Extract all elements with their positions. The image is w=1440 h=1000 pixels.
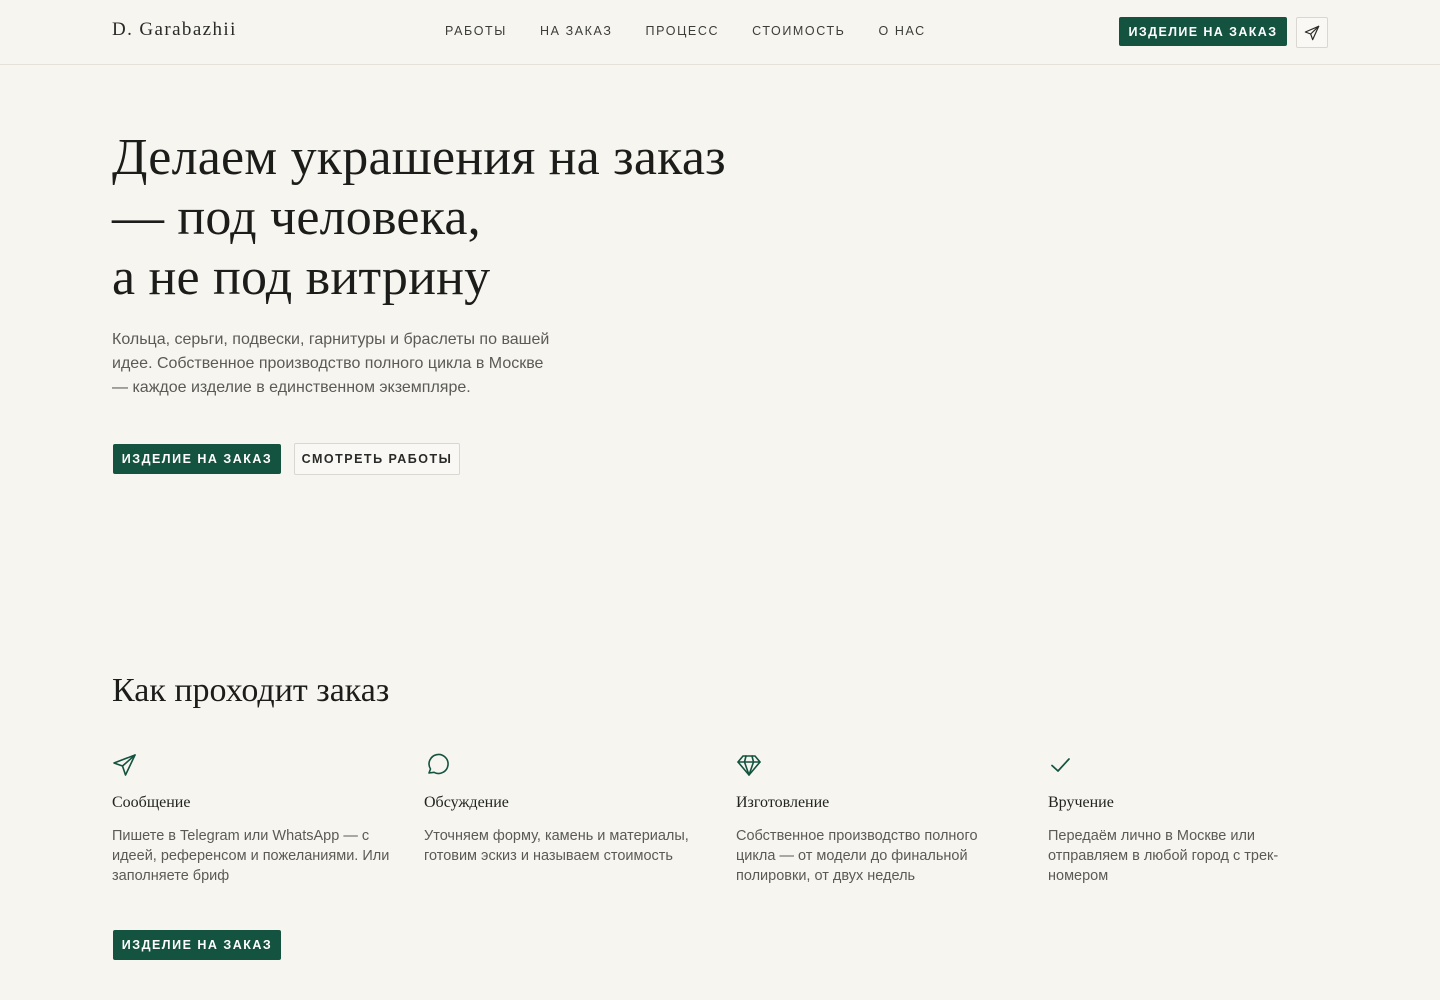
process-step-discussion: Обсуждение Уточняем форму, камень и мате… — [424, 752, 704, 866]
process-step-delivery: Вручение Передаём лично в Москве или отп… — [1048, 752, 1328, 886]
site-logo[interactable]: D. Garabazhii — [112, 19, 237, 41]
send-icon — [113, 754, 136, 776]
step-text: Собственное производство полного цикла —… — [736, 828, 978, 884]
process-order-button[interactable]: ИЗДЕЛИЕ НА ЗАКАЗ — [113, 930, 281, 960]
hero-title: Делаем украшения на заказ — под человека… — [112, 128, 726, 308]
landing-page: D. Garabazhii РАБОТЫ НА ЗАКАЗ ПРОЦЕСС СТ… — [0, 0, 1440, 1000]
process-title: Как проходит заказ — [112, 672, 390, 709]
step-title: Изготовление — [736, 794, 830, 811]
step-text: Уточняем форму, камень и материалы, гото… — [424, 828, 689, 864]
hero-description: Кольца, серьги, подвески, гарнитуры и бр… — [112, 331, 550, 396]
header-order-button[interactable]: ИЗДЕЛИЕ НА ЗАКАЗ — [1119, 17, 1287, 46]
process-step-message: Сообщение Пишете в Telegram или WhatsApp… — [112, 752, 392, 886]
process-steps: Сообщение Пишете в Telegram или WhatsApp… — [112, 752, 1362, 902]
step-title: Вручение — [1048, 794, 1114, 811]
main-nav: РАБОТЫ НА ЗАКАЗ ПРОЦЕСС СТОИМОСТЬ О НАС — [445, 24, 959, 38]
hero-title-line: Делаем украшения на заказ — [112, 129, 726, 186]
nav-item-works[interactable]: РАБОТЫ — [445, 24, 507, 38]
step-text: Пишете в Telegram или WhatsApp — с идеей… — [112, 828, 390, 884]
header-telegram-button[interactable] — [1296, 17, 1328, 48]
nav-item-pricing[interactable]: СТОИМОСТЬ — [752, 24, 845, 38]
nav-item-about[interactable]: О НАС — [879, 24, 926, 38]
hero-order-button[interactable]: ИЗДЕЛИЕ НА ЗАКАЗ — [113, 444, 281, 474]
nav-item-process[interactable]: ПРОЦЕСС — [646, 24, 720, 38]
hero-title-line: — под человека, — [112, 189, 481, 246]
step-text: Передаём лично в Москве или отправляем в… — [1048, 828, 1279, 884]
telegram-icon — [1304, 25, 1320, 40]
nav-item-custom-order[interactable]: НА ЗАКАЗ — [540, 24, 613, 38]
step-title: Обсуждение — [424, 794, 509, 811]
process-step-manufacturing: Изготовление Собственное производство по… — [736, 752, 1016, 886]
chat-bubble-icon — [428, 753, 449, 775]
hero-view-works-button[interactable]: СМОТРЕТЬ РАБОТЫ — [294, 443, 460, 475]
diamond-icon — [737, 755, 761, 776]
step-title: Сообщение — [112, 794, 191, 811]
hero-title-line: а не под витрину — [112, 249, 491, 306]
site-header: D. Garabazhii РАБОТЫ НА ЗАКАЗ ПРОЦЕСС СТ… — [0, 0, 1440, 65]
check-icon — [1051, 758, 1070, 772]
